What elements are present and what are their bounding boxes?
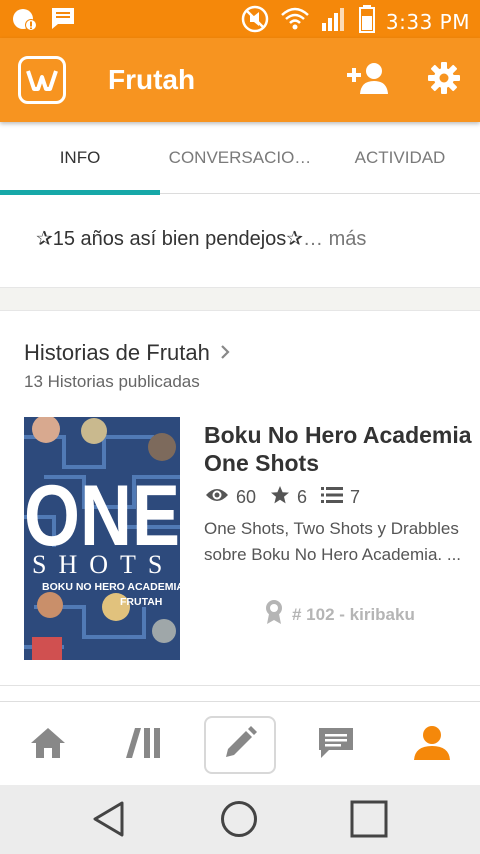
write-icon <box>222 725 258 766</box>
eye-icon <box>205 487 229 508</box>
parts-count: 7 <box>350 487 361 507</box>
bio-more-link[interactable]: … más <box>303 228 366 250</box>
back-icon <box>92 801 126 842</box>
profile-icon <box>413 725 451 766</box>
votes-count: 6 <box>297 487 308 507</box>
profile-tabs: INFO CONVERSACIO… ACTIVIDAD <box>0 122 480 195</box>
stories-count: 13 Historias publicadas <box>24 372 200 391</box>
messages-icon <box>317 726 355 765</box>
chevron-right-icon <box>220 340 230 366</box>
stories-header[interactable]: Historias de Frutah <box>24 340 230 366</box>
signal-icon <box>320 5 348 38</box>
settings-icon <box>428 61 460 99</box>
system-nav-bar <box>0 785 480 854</box>
story-cover[interactable]: ONE SHOTS BOKU NO HERO ACADEMIA FRUTAH <box>24 417 180 660</box>
recents-icon <box>350 800 388 843</box>
section-separator <box>0 287 480 311</box>
bio-text: ✰15 años así bien pendejos✰ <box>36 228 304 250</box>
status-bar: 3:33 PM <box>0 0 480 38</box>
bio: ✰15 años así bien pendejos✰… más <box>36 226 366 251</box>
app-bar: Frutah <box>0 38 480 122</box>
home-circle-icon <box>220 800 258 843</box>
home-icon <box>29 726 67 765</box>
rank-text: # 102 - kiribaku <box>292 604 415 624</box>
tab-conversaciones[interactable]: CONVERSACIO… <box>160 122 320 194</box>
cover-line1: BOKU NO HERO ACADEMIA <box>42 581 180 593</box>
stories-title: Historias de Frutah <box>24 340 210 365</box>
wifi-icon <box>280 6 310 37</box>
wattpad-logo-icon[interactable] <box>18 56 66 104</box>
ribbon-icon <box>264 599 284 630</box>
list-icon <box>321 486 344 509</box>
nav-messages[interactable] <box>300 716 372 774</box>
views-stat: 60 <box>205 487 256 508</box>
cover-sub-text: SHOTS <box>32 550 174 579</box>
story-rank: # 102 - kiribaku <box>264 599 415 630</box>
system-home-button[interactable] <box>214 799 264 843</box>
system-back-button[interactable] <box>84 799 134 843</box>
bottom-nav <box>0 701 480 785</box>
status-right: 3:33 PM <box>240 4 470 39</box>
story-stats: 60 6 7 <box>205 485 374 510</box>
clock: 3:33 PM <box>385 9 470 34</box>
follow-user-icon <box>347 61 389 100</box>
nav-profile[interactable] <box>396 716 468 774</box>
follow-user-button[interactable] <box>346 60 390 100</box>
nav-home[interactable] <box>12 716 84 774</box>
system-recents-button[interactable] <box>344 799 394 843</box>
battery-icon <box>358 4 376 39</box>
votes-stat: 6 <box>270 485 307 510</box>
parts-stat: 7 <box>321 486 360 509</box>
message-icon <box>50 6 76 37</box>
divider <box>0 685 480 686</box>
story-title[interactable]: Boku No Hero Academia One Shots <box>204 421 474 477</box>
tab-actividad[interactable]: ACTIVIDAD <box>320 122 480 194</box>
settings-button[interactable] <box>422 60 466 100</box>
tab-info[interactable]: INFO <box>0 122 160 195</box>
views-count: 60 <box>236 487 257 507</box>
cover-line2: FRUTAH <box>120 596 162 608</box>
notification-badge-icon <box>12 6 38 37</box>
nav-library[interactable] <box>108 716 180 774</box>
star-icon <box>270 485 290 510</box>
library-icon <box>126 726 162 765</box>
status-left <box>12 6 76 37</box>
mute-icon <box>240 4 270 39</box>
profile-title: Frutah <box>108 64 196 95</box>
story-description: One Shots, Two Shots y Drabbles sobre Bo… <box>204 519 462 564</box>
nav-write[interactable] <box>204 716 276 774</box>
